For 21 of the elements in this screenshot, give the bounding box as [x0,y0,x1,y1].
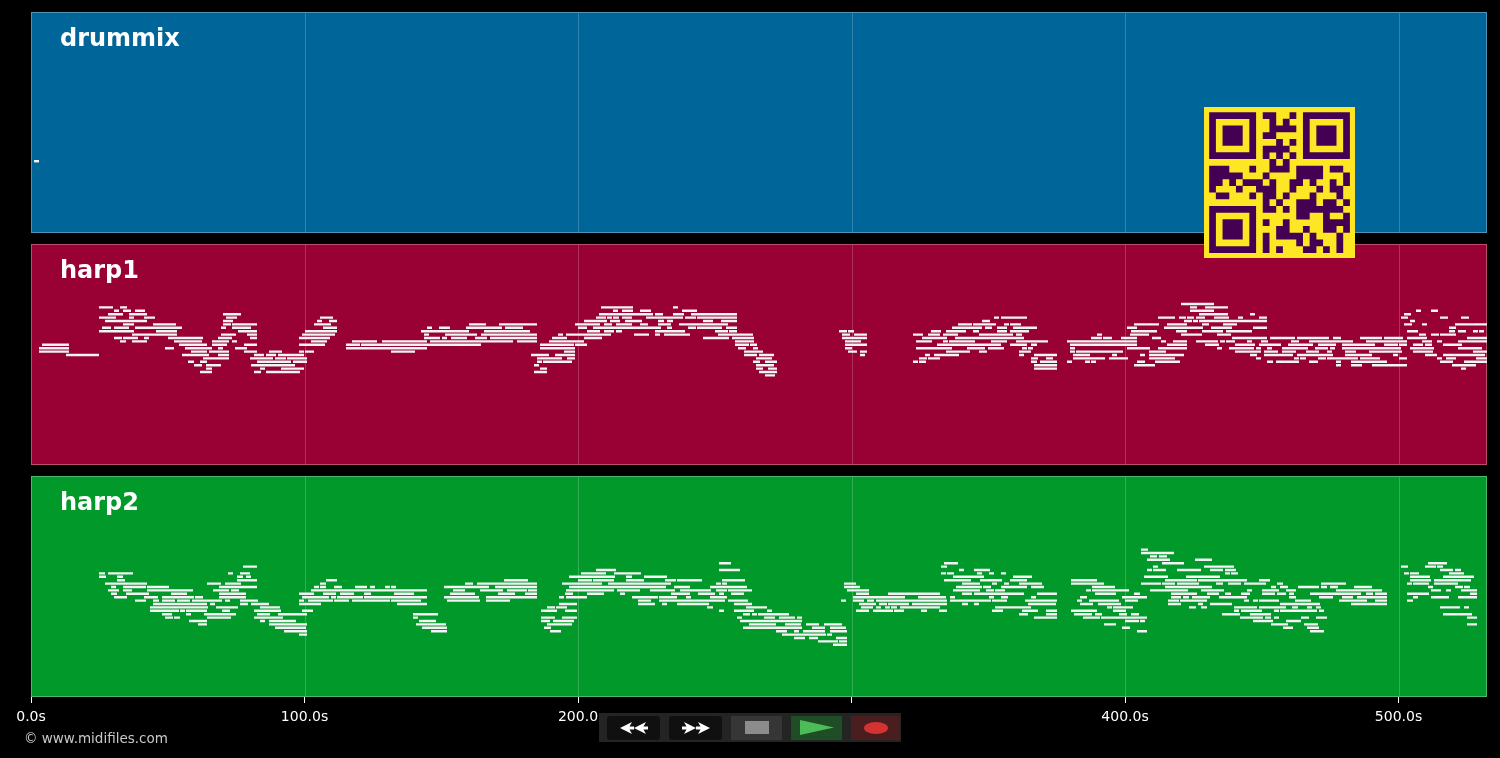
track-name: harp1 [60,256,139,284]
rewind-icon [619,721,648,734]
rewind-button[interactable] [607,715,660,740]
time-label: 0.0s [16,708,46,725]
fast-forward-icon [681,721,710,734]
time-label: 100.0s [280,708,329,725]
stop-button[interactable] [731,715,782,740]
play-icon [799,720,834,735]
record-icon [863,721,888,734]
time-label: 200.0 [557,708,599,725]
play-button[interactable] [791,715,842,740]
time-label: 400.0s [1101,708,1149,725]
track-name: drummix [60,24,180,52]
time-label: 500.0s [1374,708,1423,725]
track-name: harp2 [60,488,139,516]
fast-forward-button[interactable] [669,715,722,740]
stop-icon [744,721,769,734]
record-button[interactable] [851,715,900,740]
copyright-text: © www.midifiles.com [24,730,168,746]
midi-notes-drawing [34,160,39,163]
qr-code-icon [1204,107,1355,258]
